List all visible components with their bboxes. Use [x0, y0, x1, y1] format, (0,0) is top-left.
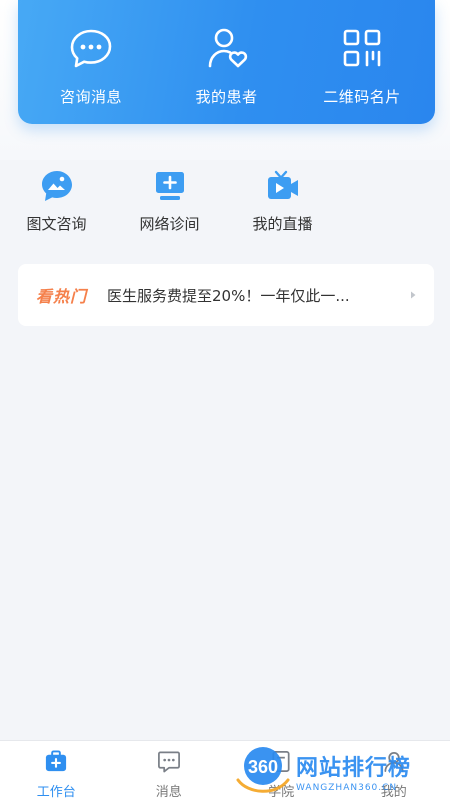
tab-label: 消息 — [155, 785, 182, 800]
tab-label: 工作台 — [36, 785, 76, 800]
tab-bar: 工作台 消息 学院 我的 — [0, 740, 450, 800]
book-icon — [272, 751, 290, 772]
quick-label: 网络诊间 — [139, 215, 200, 233]
hot-topics-banner[interactable]: 看热门 医生服务费提至20%！一年仅此一... — [18, 264, 434, 326]
quick-label: 图文咨询 — [26, 215, 87, 233]
patient-heart-icon — [208, 28, 247, 68]
quick-label: 我的直播 — [252, 215, 313, 233]
hero-label: 咨询消息 — [59, 88, 122, 106]
tab-mine[interactable]: 我的 — [338, 741, 450, 800]
tab-messages[interactable]: 消息 — [113, 741, 226, 800]
hero-label: 我的患者 — [195, 88, 258, 106]
message-icon — [157, 751, 180, 773]
hot-headline: 医生服务费提至20%！一年仅此一... — [107, 286, 350, 305]
tab-workbench[interactable]: 工作台 — [0, 741, 113, 800]
consult-messages-button[interactable]: 咨询消息 — [26, 0, 156, 124]
arrow-right-icon — [411, 291, 416, 299]
tab-label: 学院 — [268, 785, 295, 800]
user-icon — [384, 751, 404, 772]
hot-tag: 看热门 — [36, 287, 88, 306]
hero-card: 咨询消息 我的患者 二维码名片 — [18, 0, 435, 124]
qr-card-button[interactable]: 二维码名片 — [297, 0, 427, 124]
online-clinic-button[interactable]: 网络诊间 — [113, 168, 226, 248]
image-chat-icon — [41, 171, 72, 201]
hero-label: 二维码名片 — [323, 88, 401, 106]
live-video-icon — [267, 170, 298, 199]
image-consult-button[interactable]: 图文咨询 — [0, 168, 113, 248]
chat-bubble-icon — [70, 29, 112, 68]
my-live-button[interactable]: 我的直播 — [226, 168, 339, 248]
tab-academy[interactable]: 学院 — [225, 741, 338, 800]
monitor-plus-icon — [155, 172, 184, 200]
qr-code-icon — [343, 29, 381, 67]
my-patients-button[interactable]: 我的患者 — [162, 0, 292, 124]
medical-kit-icon — [46, 750, 67, 772]
quick-actions: 图文咨询 网络诊间 我的直播 — [0, 168, 450, 248]
tab-label: 我的 — [380, 785, 407, 800]
